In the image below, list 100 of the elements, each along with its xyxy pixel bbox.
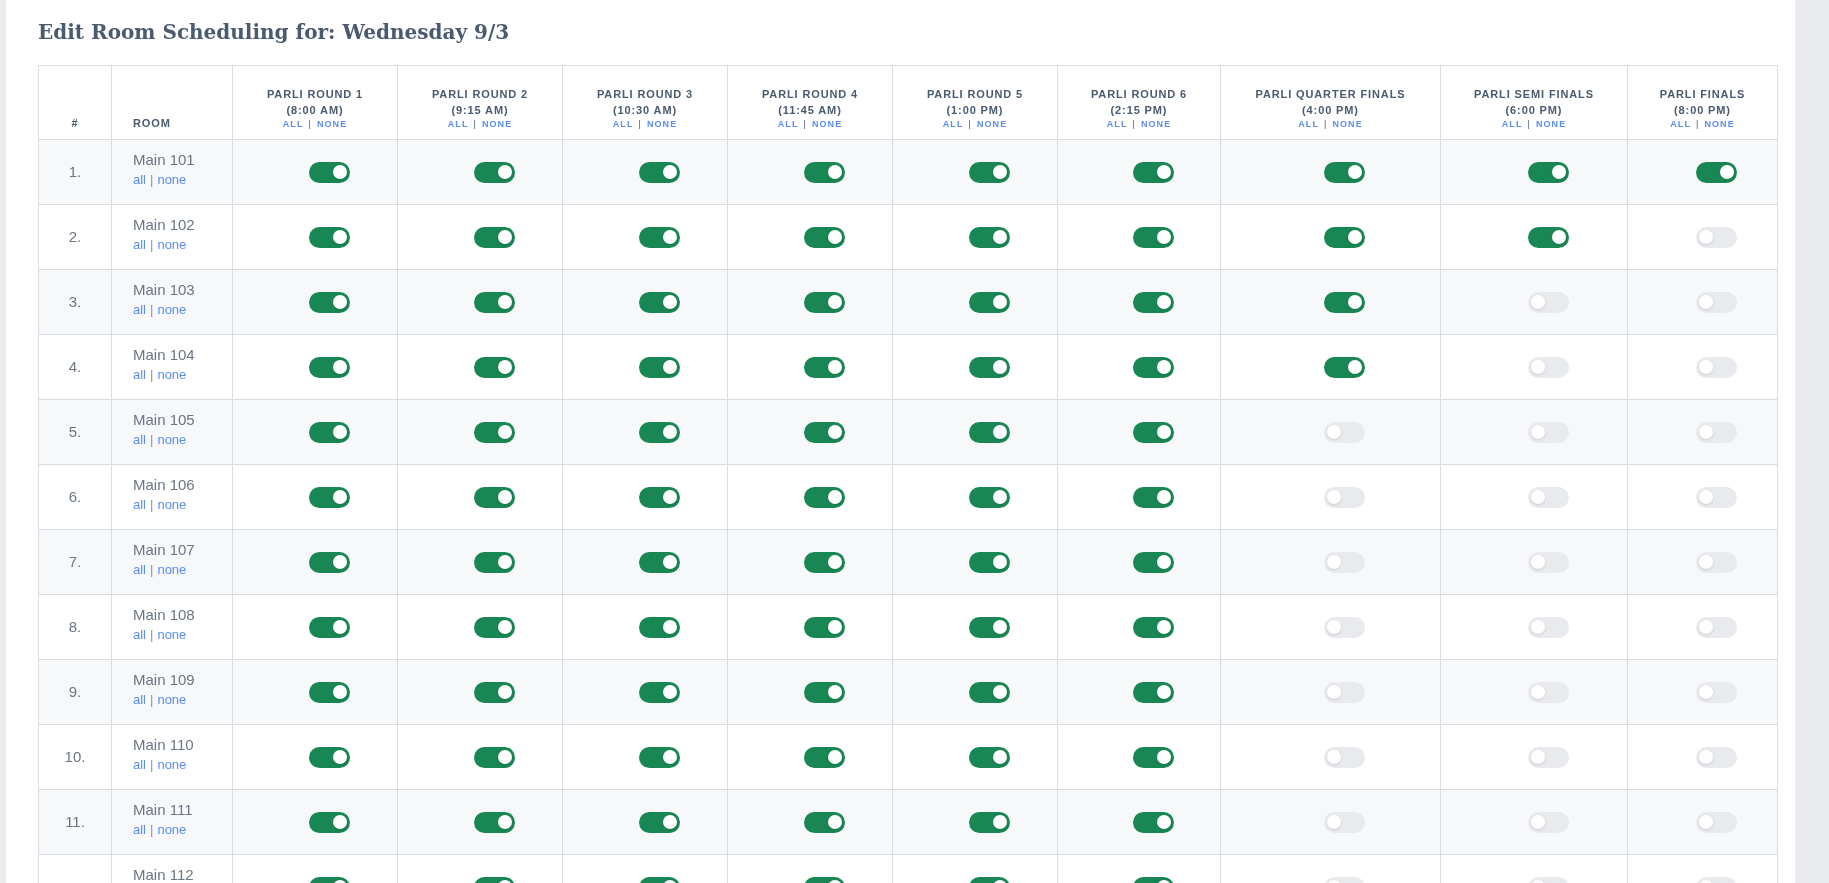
toggle-switch[interactable] <box>638 551 680 573</box>
toggle-switch[interactable] <box>638 226 680 248</box>
all-link[interactable]: all <box>133 561 146 579</box>
all-link[interactable]: ALL <box>447 118 469 131</box>
toggle-switch[interactable] <box>1132 486 1174 508</box>
none-link[interactable]: none <box>157 301 187 319</box>
toggle-switch[interactable] <box>1696 616 1737 638</box>
all-link[interactable]: all <box>133 821 146 839</box>
toggle-switch[interactable] <box>308 486 350 508</box>
toggle-switch[interactable] <box>1132 356 1174 378</box>
toggle-switch[interactable] <box>473 356 515 378</box>
toggle-switch[interactable] <box>308 421 350 443</box>
all-link[interactable]: all <box>133 691 146 709</box>
none-link[interactable]: NONE <box>316 118 348 131</box>
toggle-switch[interactable] <box>803 161 845 183</box>
toggle-switch[interactable] <box>1527 551 1569 573</box>
toggle-switch[interactable] <box>1696 421 1737 443</box>
toggle-switch[interactable] <box>1324 616 1365 638</box>
none-link[interactable]: NONE <box>1140 118 1172 131</box>
none-link[interactable]: none <box>157 821 187 839</box>
toggle-switch[interactable] <box>1132 616 1174 638</box>
all-link[interactable]: all <box>133 236 146 254</box>
all-link[interactable]: all <box>133 626 146 644</box>
toggle-switch[interactable] <box>1324 421 1365 443</box>
all-link[interactable]: ALL <box>1298 118 1319 131</box>
none-link[interactable]: NONE <box>811 118 843 131</box>
toggle-switch[interactable] <box>638 616 680 638</box>
all-link[interactable]: all <box>133 431 146 449</box>
toggle-switch[interactable] <box>638 681 680 703</box>
toggle-switch[interactable] <box>308 616 350 638</box>
toggle-switch[interactable] <box>1696 746 1737 768</box>
toggle-switch[interactable] <box>968 161 1010 183</box>
toggle-switch[interactable] <box>1527 356 1569 378</box>
toggle-switch[interactable] <box>473 746 515 768</box>
toggle-switch[interactable] <box>1324 226 1365 248</box>
toggle-switch[interactable] <box>968 811 1010 833</box>
all-link[interactable]: ALL <box>282 118 304 131</box>
toggle-switch[interactable] <box>1527 486 1569 508</box>
toggle-switch[interactable] <box>638 421 680 443</box>
toggle-switch[interactable] <box>638 746 680 768</box>
toggle-switch[interactable] <box>968 421 1010 443</box>
toggle-switch[interactable] <box>1132 421 1174 443</box>
toggle-switch[interactable] <box>1696 291 1737 313</box>
toggle-switch[interactable] <box>803 291 845 313</box>
toggle-switch[interactable] <box>1527 226 1569 248</box>
none-link[interactable]: none <box>157 236 187 254</box>
toggle-switch[interactable] <box>308 356 350 378</box>
all-link[interactable]: all <box>133 301 146 319</box>
toggle-switch[interactable] <box>968 616 1010 638</box>
toggle-switch[interactable] <box>473 616 515 638</box>
none-link[interactable]: none <box>157 431 187 449</box>
all-link[interactable]: all <box>133 496 146 514</box>
toggle-switch[interactable] <box>473 551 515 573</box>
toggle-switch[interactable] <box>1324 746 1365 768</box>
all-link[interactable]: all <box>133 756 146 774</box>
toggle-switch[interactable] <box>473 161 515 183</box>
all-link[interactable]: ALL <box>1670 118 1691 131</box>
toggle-switch[interactable] <box>1132 551 1174 573</box>
toggle-switch[interactable] <box>638 811 680 833</box>
none-link[interactable]: none <box>157 496 187 514</box>
toggle-switch[interactable] <box>1132 811 1174 833</box>
toggle-switch[interactable] <box>968 486 1010 508</box>
toggle-switch[interactable] <box>1527 161 1569 183</box>
all-link[interactable]: all <box>133 366 146 384</box>
toggle-switch[interactable] <box>473 226 515 248</box>
toggle-switch[interactable] <box>968 681 1010 703</box>
toggle-switch[interactable] <box>803 681 845 703</box>
toggle-switch[interactable] <box>1527 681 1569 703</box>
toggle-switch[interactable] <box>1527 811 1569 833</box>
toggle-switch[interactable] <box>308 746 350 768</box>
none-link[interactable]: NONE <box>1535 118 1567 131</box>
none-link[interactable]: none <box>157 626 187 644</box>
toggle-switch[interactable] <box>638 486 680 508</box>
toggle-switch[interactable] <box>968 551 1010 573</box>
toggle-switch[interactable] <box>803 616 845 638</box>
none-link[interactable]: none <box>157 691 187 709</box>
toggle-switch[interactable] <box>1324 551 1365 573</box>
none-link[interactable]: NONE <box>1332 118 1363 131</box>
all-link[interactable]: ALL <box>1501 118 1523 131</box>
toggle-switch[interactable] <box>1324 486 1365 508</box>
toggle-switch[interactable] <box>308 811 350 833</box>
none-link[interactable]: none <box>157 171 187 189</box>
toggle-switch[interactable] <box>473 811 515 833</box>
all-link[interactable]: ALL <box>942 118 964 131</box>
toggle-switch[interactable] <box>803 421 845 443</box>
toggle-switch[interactable] <box>1132 161 1174 183</box>
toggle-switch[interactable] <box>1324 811 1365 833</box>
toggle-switch[interactable] <box>473 486 515 508</box>
toggle-switch[interactable] <box>1696 161 1737 183</box>
toggle-switch[interactable] <box>1527 616 1569 638</box>
none-link[interactable]: NONE <box>1704 118 1735 131</box>
none-link[interactable]: none <box>157 366 187 384</box>
toggle-switch[interactable] <box>638 161 680 183</box>
toggle-switch[interactable] <box>638 291 680 313</box>
toggle-switch[interactable] <box>1324 681 1365 703</box>
toggle-switch[interactable] <box>968 291 1010 313</box>
toggle-switch[interactable] <box>1132 681 1174 703</box>
toggle-switch[interactable] <box>473 421 515 443</box>
none-link[interactable]: none <box>157 561 187 579</box>
toggle-switch[interactable] <box>1696 811 1737 833</box>
